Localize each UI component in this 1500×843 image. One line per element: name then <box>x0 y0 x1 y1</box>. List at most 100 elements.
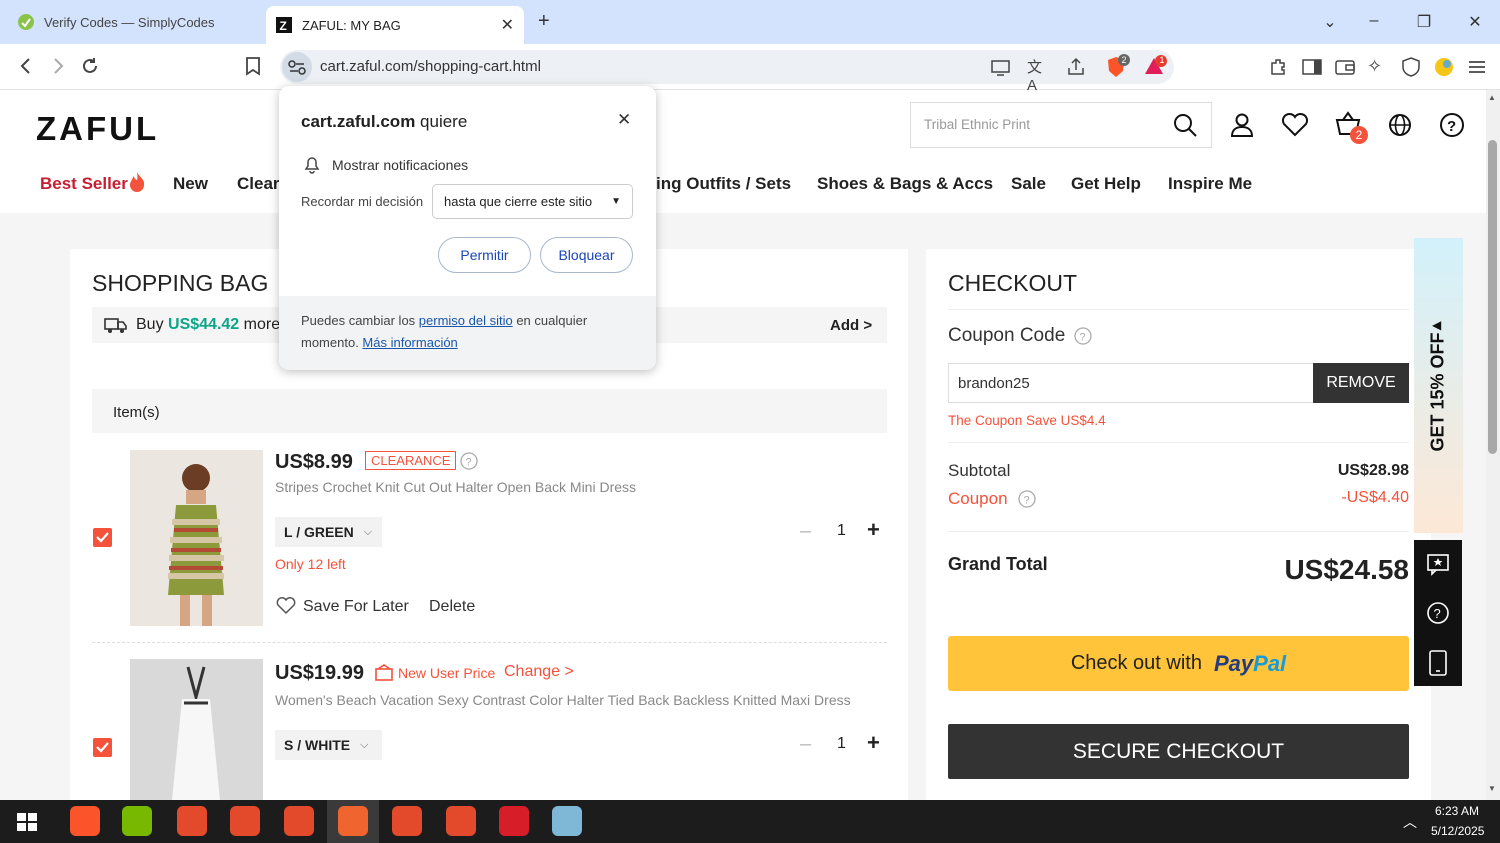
minimize-icon[interactable]: – <box>1364 12 1384 32</box>
heart-icon[interactable] <box>276 596 296 615</box>
scroll-down-icon[interactable]: ▼ <box>1488 784 1496 793</box>
site-settings-icon[interactable] <box>282 52 312 82</box>
brave-profile-icon[interactable] <box>338 806 368 836</box>
help-circle-icon[interactable]: ? <box>1426 601 1450 625</box>
site-permission-link[interactable]: permiso del sitio <box>419 313 513 328</box>
site-logo[interactable]: ZAFUL <box>36 110 159 148</box>
brave-profile-icon[interactable] <box>177 806 207 836</box>
url-text[interactable]: cart.zaful.com/shopping-cart.html <box>320 58 541 75</box>
forward-icon[interactable] <box>48 56 68 76</box>
more-info-link[interactable]: Más información <box>362 335 457 350</box>
clock-time[interactable]: 6:23 AM <box>1435 804 1479 818</box>
nav-clearance[interactable]: Clear <box>237 174 280 194</box>
scroll-up-icon[interactable]: ▲ <box>1488 93 1496 102</box>
popup-title: cart.zaful.com quiere <box>301 112 467 132</box>
close-window-icon[interactable]: ✕ <box>1465 12 1485 32</box>
chevron-down-icon: ⌵ <box>360 738 369 751</box>
variant-label: S / WHITE <box>284 737 351 753</box>
change-link[interactable]: Change > <box>504 663 574 681</box>
paypal-button[interactable]: Check out with PayPal <box>948 636 1409 691</box>
add-more-link[interactable]: Add > <box>830 317 872 334</box>
remove-coupon-button[interactable]: REMOVE <box>1313 363 1409 403</box>
tab-zaful[interactable]: Z ZAFUL: MY BAG ✕ <box>266 6 524 44</box>
tray-chevron-icon[interactable]: ︿ <box>1403 812 1417 832</box>
help-icon[interactable]: ? <box>1439 112 1465 138</box>
notepad-icon[interactable] <box>552 806 582 836</box>
item-price: US$19.99 <box>275 662 364 684</box>
tab-search-icon[interactable]: ⌄ <box>1320 12 1340 32</box>
qty-plus-icon[interactable]: + <box>867 730 880 756</box>
product-image[interactable] <box>130 659 263 800</box>
nav-shoes-bags-accs[interactable]: Shoes & Bags & Accs <box>817 174 993 194</box>
block-button[interactable]: Bloquear <box>540 237 633 273</box>
translate-icon[interactable]: 文A <box>1027 56 1049 94</box>
allow-button[interactable]: Permitir <box>438 237 531 273</box>
dropdown-arrow-icon: ▼ <box>611 196 621 207</box>
clock-date[interactable]: 5/12/2025 <box>1431 824 1484 838</box>
qty-plus-icon[interactable]: + <box>867 517 880 543</box>
free-shipping-text: Buy US$44.42 more <box>136 316 280 334</box>
nvidia-icon[interactable] <box>122 806 152 836</box>
brave-profile-icon[interactable] <box>284 806 314 836</box>
nav-sale[interactable]: Sale <box>1011 174 1046 194</box>
secure-checkout-button[interactable]: SECURE CHECKOUT <box>948 724 1409 779</box>
mobile-app-icon[interactable] <box>1428 650 1448 676</box>
brave-browser-icon[interactable] <box>70 806 100 836</box>
variant-select[interactable]: S / WHITE ⌵ <box>275 730 382 760</box>
nav-matching-outfits[interactable]: ing Outfits / Sets <box>656 174 791 194</box>
wishlist-icon[interactable] <box>1281 112 1309 138</box>
qty-value[interactable]: 1 <box>837 735 846 753</box>
nav-get-help[interactable]: Get Help <box>1071 174 1141 194</box>
item-name[interactable]: Women's Beach Vacation Sexy Contrast Col… <box>275 692 851 708</box>
leo-ai-icon[interactable]: ✧ <box>1367 56 1389 78</box>
qty-minus-icon[interactable]: – <box>800 733 811 756</box>
wallet-icon[interactable] <box>1334 56 1356 78</box>
extensions-icon[interactable] <box>1268 56 1290 78</box>
qty-minus-icon[interactable]: – <box>800 520 811 543</box>
coupon-help-icon[interactable]: ? <box>1074 327 1092 345</box>
back-icon[interactable] <box>16 56 36 76</box>
item-name[interactable]: Stripes Crochet Knit Cut Out Halter Open… <box>275 479 636 495</box>
vpn-icon[interactable] <box>1400 56 1422 78</box>
account-icon[interactable] <box>1229 112 1255 138</box>
delete-button[interactable]: Delete <box>429 598 475 616</box>
close-tab-icon[interactable]: ✕ <box>501 15 514 35</box>
item-checkbox[interactable] <box>93 738 112 757</box>
item-checkbox[interactable] <box>93 528 112 547</box>
nav-new[interactable]: New <box>173 174 208 194</box>
qty-value[interactable]: 1 <box>837 522 846 540</box>
restore-icon[interactable]: ❐ <box>1414 12 1434 32</box>
brave-profile-icon[interactable] <box>230 806 260 836</box>
reload-icon[interactable] <box>80 56 100 76</box>
save-for-later-button[interactable]: Save For Later <box>303 598 409 616</box>
windows-start-icon[interactable] <box>17 813 37 831</box>
collapse-arrow-icon[interactable]: ◀ <box>1432 318 1441 332</box>
language-globe-icon[interactable] <box>1387 112 1413 138</box>
close-popup-icon[interactable]: ✕ <box>617 110 631 130</box>
profile-extension-icon[interactable] <box>1433 56 1455 78</box>
product-image[interactable] <box>130 450 263 626</box>
sidebar-icon[interactable] <box>1301 56 1323 78</box>
promo-vertical-text[interactable]: GET 15% OFF <box>1428 332 1449 451</box>
cast-icon[interactable] <box>990 56 1012 78</box>
coupon-line-help-icon[interactable]: ? <box>1018 490 1036 508</box>
shopping-bag-title: SHOPPING BAG <box>92 270 269 296</box>
search-icon[interactable] <box>1172 112 1198 138</box>
svg-text:?: ? <box>1024 495 1030 507</box>
variant-select[interactable]: L / GREEN ⌵ <box>275 517 382 547</box>
feedback-icon[interactable] <box>1426 552 1450 576</box>
new-tab-icon[interactable]: + <box>538 10 550 33</box>
pdf-reader-icon[interactable] <box>499 806 529 836</box>
nav-best-seller[interactable]: Best Seller <box>40 174 128 194</box>
brave-profile-icon[interactable] <box>392 806 422 836</box>
menu-icon[interactable] <box>1466 56 1488 78</box>
scrollbar-thumb[interactable] <box>1488 140 1497 454</box>
info-icon[interactable]: ? <box>460 452 478 470</box>
bookmark-icon[interactable] <box>244 56 262 76</box>
remember-value: hasta que cierre este sitio <box>444 194 593 209</box>
remember-select[interactable]: hasta que cierre este sitio ▼ <box>432 184 633 219</box>
brave-profile-icon[interactable] <box>446 806 476 836</box>
tab-simplycodes[interactable]: Verify Codes — SimplyCodes <box>8 6 258 38</box>
nav-inspire-me[interactable]: Inspire Me <box>1168 174 1252 194</box>
share-icon[interactable] <box>1065 56 1087 78</box>
